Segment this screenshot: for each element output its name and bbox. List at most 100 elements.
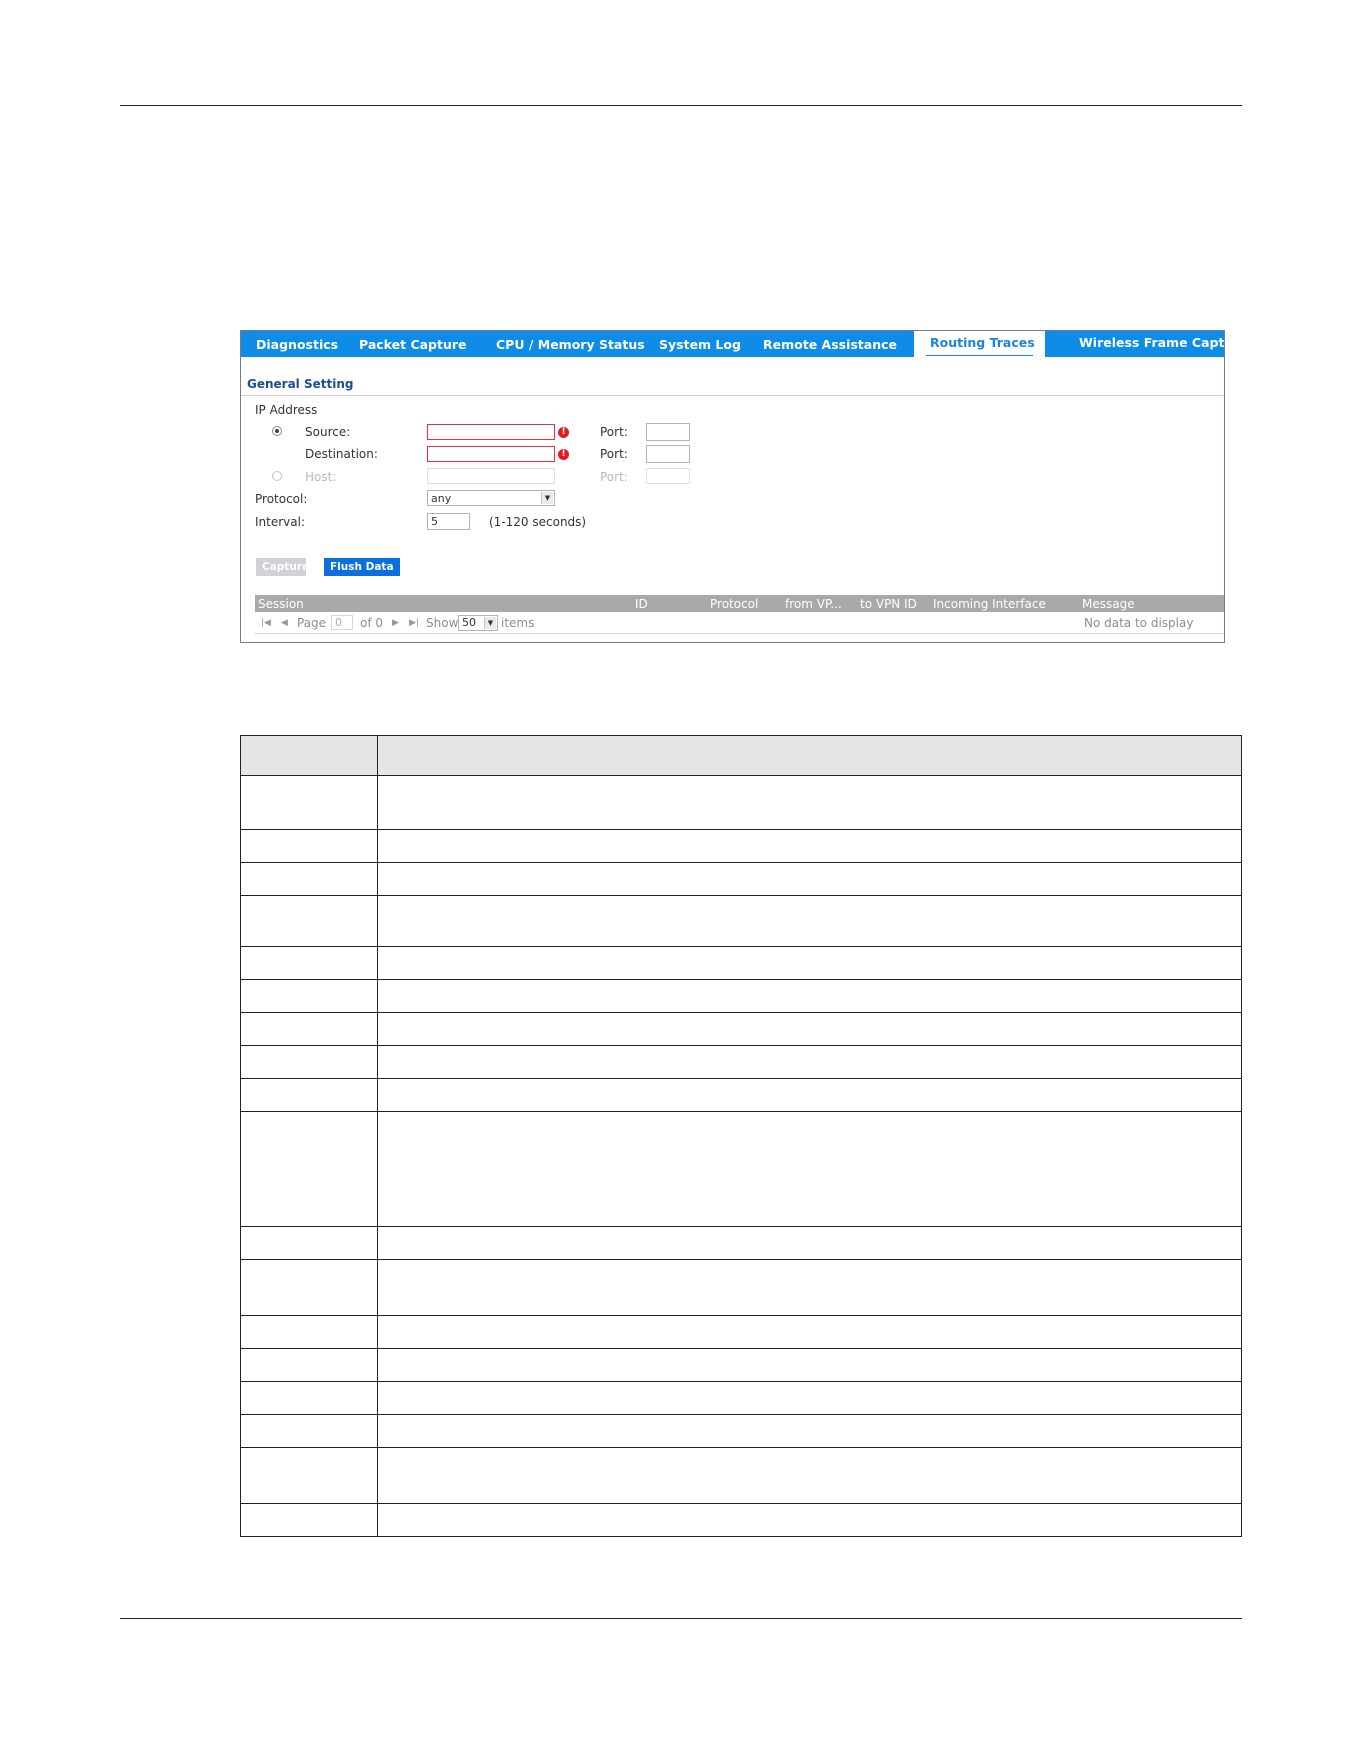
header-rule [120, 105, 1242, 106]
page-size-select[interactable]: 50 ▼ [458, 615, 498, 631]
table-cell [377, 862, 1242, 896]
table-row [240, 1078, 1242, 1112]
destination-ip-input[interactable] [427, 446, 555, 462]
protocol-select[interactable]: any ▼ [427, 490, 555, 506]
column-id[interactable]: ID [635, 595, 648, 613]
table-row [240, 862, 1242, 896]
table-cell [377, 1447, 1242, 1504]
table-cell [377, 1045, 1242, 1079]
items-label: items [501, 616, 535, 630]
destination-label: Destination: [305, 447, 378, 461]
table-cell [240, 946, 378, 980]
empty-message: No data to display [1084, 616, 1194, 630]
source-error-icon: ! [558, 427, 569, 438]
tab-system-log[interactable]: System Log [659, 331, 741, 357]
chevron-down-icon: ▼ [541, 492, 553, 504]
destination-error-icon: ! [558, 449, 569, 460]
source-ip-input[interactable] [427, 424, 555, 440]
table-row [240, 895, 1242, 947]
table-row [240, 1259, 1242, 1316]
table-row [240, 829, 1242, 863]
table-header-row [240, 735, 1242, 776]
column-protocol[interactable]: Protocol [710, 595, 758, 613]
host-radio[interactable] [272, 471, 282, 481]
column-from-vpn-id[interactable]: from VP... [785, 595, 842, 613]
last-page-icon[interactable]: ▶| [409, 612, 419, 634]
interval-label: Interval: [255, 515, 305, 529]
table-row [240, 1111, 1242, 1227]
table-cell [240, 862, 378, 896]
tab-bar: Diagnostics Packet Capture CPU / Memory … [241, 331, 1248, 359]
table-cell [240, 1012, 378, 1046]
destination-port-input[interactable] [646, 445, 690, 463]
table-cell [377, 1111, 1242, 1227]
table-cell [377, 979, 1242, 1013]
grid-pager: |◀ ◀ Page 0 of 0 ▶ ▶| Show 50 ▼ items No… [255, 612, 1224, 634]
table-cell [240, 1414, 378, 1448]
table-cell [240, 1226, 378, 1260]
table-row [240, 1447, 1242, 1504]
table-row [240, 1045, 1242, 1079]
tab-packet-capture[interactable]: Packet Capture [359, 331, 467, 357]
show-label: Show [426, 616, 459, 630]
column-message[interactable]: Message [1082, 595, 1135, 613]
protocol-select-value: any [431, 492, 452, 505]
capture-button[interactable]: Capture [256, 558, 309, 576]
table-row [240, 1348, 1242, 1382]
host-port-input[interactable] [646, 468, 690, 484]
table-cell [240, 979, 378, 1013]
table-row [240, 1315, 1242, 1349]
table-row [240, 1226, 1242, 1260]
table-cell [377, 1381, 1242, 1415]
table-cell [377, 1414, 1242, 1448]
interval-input[interactable]: 5 [427, 513, 470, 530]
table-cell [240, 1259, 378, 1316]
table-cell [377, 1226, 1242, 1260]
host-port-label: Port: [600, 470, 628, 484]
source-port-input[interactable] [646, 423, 690, 441]
table-cell [240, 1503, 378, 1537]
table-cell [240, 829, 378, 863]
column-incoming-interface[interactable]: Incoming Interface [933, 595, 1046, 613]
table-cell [240, 1078, 378, 1112]
section-divider [241, 395, 1224, 396]
table-cell [377, 1259, 1242, 1316]
tab-diagnostics[interactable]: Diagnostics [256, 331, 338, 357]
table-cell [240, 1315, 378, 1349]
section-title: General Setting [247, 377, 354, 391]
tab-wireless-frame-capture[interactable]: Wireless Frame Capture [1079, 329, 1248, 355]
interval-input-value: 5 [431, 515, 438, 528]
table-cell [240, 1348, 378, 1382]
column-session[interactable]: Session [258, 595, 304, 613]
page-input[interactable]: 0 [331, 615, 353, 630]
host-input[interactable] [427, 468, 555, 484]
tab-routing-traces[interactable]: Routing Traces [914, 331, 1045, 359]
table-cell [240, 1111, 378, 1227]
table-cell [377, 946, 1242, 980]
host-label: Host: [305, 470, 337, 484]
flush-data-button[interactable]: Flush Data [324, 558, 400, 576]
table-header-cell [377, 735, 1242, 776]
tab-cpu-memory-status[interactable]: CPU / Memory Status [496, 331, 645, 357]
first-page-icon[interactable]: |◀ [261, 612, 271, 634]
column-to-vpn-id[interactable]: to VPN ID [860, 595, 917, 613]
tab-remote-assistance[interactable]: Remote Assistance [763, 331, 897, 357]
table-row [240, 1381, 1242, 1415]
source-radio[interactable] [272, 426, 282, 436]
table-row [240, 946, 1242, 980]
protocol-label: Protocol: [255, 492, 308, 506]
grid-header: Session ID Protocol from VP... to VPN ID… [255, 595, 1224, 612]
table-row [240, 979, 1242, 1013]
table-row [240, 1012, 1242, 1046]
table-row [240, 1503, 1242, 1537]
table-cell [377, 1348, 1242, 1382]
source-port-label: Port: [600, 425, 628, 439]
ip-address-label: IP Address [255, 403, 318, 417]
table-row [240, 775, 1242, 830]
table-cell [377, 775, 1242, 830]
prev-page-icon[interactable]: ◀ [281, 612, 288, 634]
next-page-icon[interactable]: ▶ [392, 612, 399, 634]
table-cell [240, 775, 378, 830]
table-cell [240, 1045, 378, 1079]
source-label: Source: [305, 425, 351, 439]
